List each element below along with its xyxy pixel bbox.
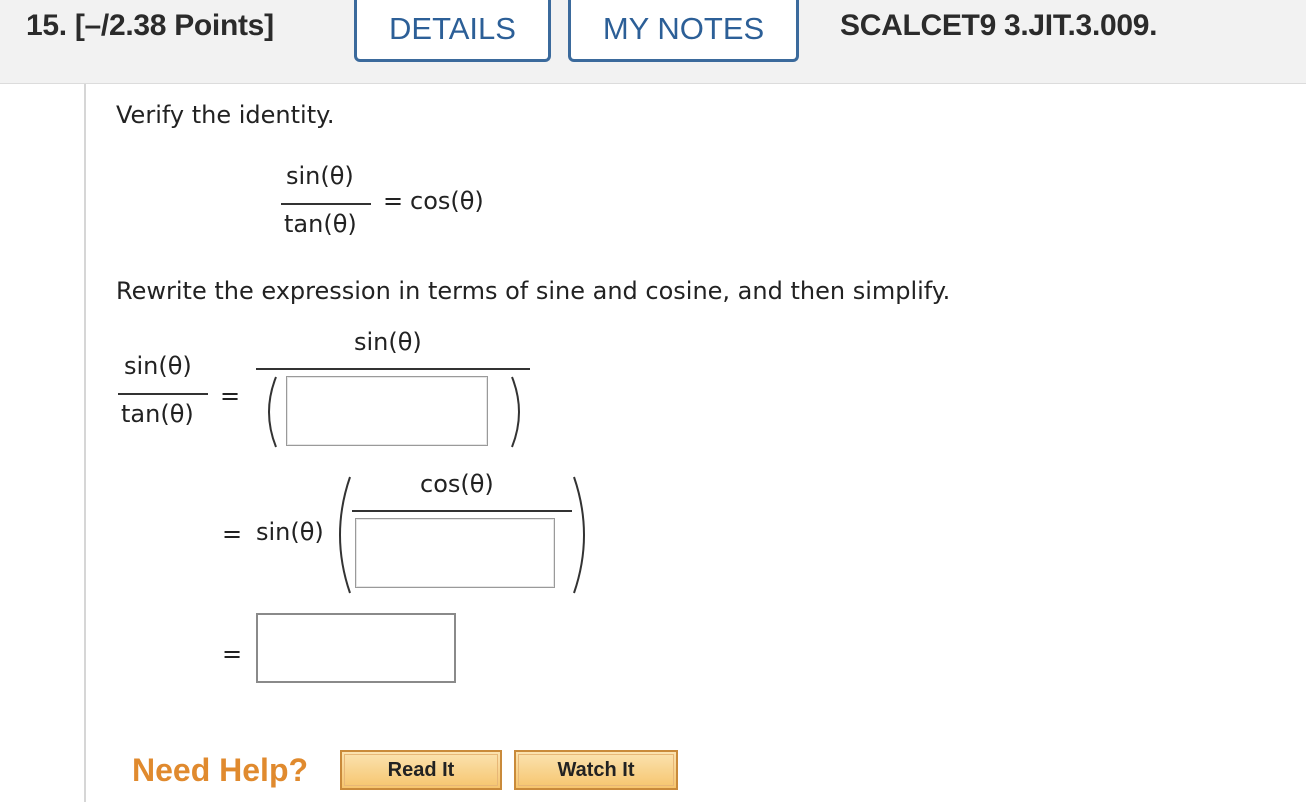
step3-equals: = bbox=[222, 640, 243, 668]
question-header: 15. [–/2.38 Points] DETAILS MY NOTES SCA… bbox=[0, 0, 1306, 84]
question-number: 15. bbox=[26, 9, 67, 42]
step2-answer-input[interactable] bbox=[355, 518, 555, 588]
step1-lhs-denominator: tan(θ) bbox=[121, 400, 194, 428]
read-it-button[interactable]: Read It bbox=[340, 750, 502, 790]
question-code: SCALCET9 3.JIT.3.009. bbox=[840, 9, 1158, 42]
step1-rhs-fraction-bar bbox=[256, 368, 530, 370]
step1-lhs-numerator: sin(θ) bbox=[124, 352, 192, 380]
watch-it-button[interactable]: Watch It bbox=[514, 750, 678, 790]
step1-lhs-fraction-bar bbox=[118, 393, 208, 395]
step1-equals: = bbox=[220, 382, 241, 410]
step2-inner-numerator: cos(θ) bbox=[420, 470, 494, 498]
step2-equals: = bbox=[222, 520, 243, 548]
rewrite-instruction-text: Rewrite the expression in terms of sine … bbox=[116, 277, 951, 305]
identity-equals: = bbox=[383, 187, 404, 215]
need-help-label: Need Help? bbox=[132, 752, 309, 788]
instruction-text: Verify the identity. bbox=[116, 101, 335, 129]
step1-rhs-numerator: sin(θ) bbox=[354, 328, 422, 356]
identity-denominator: tan(θ) bbox=[284, 210, 357, 238]
details-button[interactable]: DETAILS bbox=[354, 0, 551, 62]
content-left-border bbox=[84, 84, 86, 802]
step1-left-paren bbox=[268, 376, 277, 448]
step2-factor: sin(θ) bbox=[256, 518, 324, 546]
question-points: 15. [–/2.38 Points] bbox=[26, 6, 274, 46]
step1-right-paren bbox=[511, 376, 520, 448]
step2-left-paren bbox=[339, 476, 351, 594]
identity-numerator: sin(θ) bbox=[286, 162, 354, 190]
identity-rhs: cos(θ) bbox=[410, 187, 484, 215]
step2-inner-fraction-bar bbox=[352, 510, 572, 512]
step2-right-paren bbox=[573, 476, 585, 594]
step1-answer-input[interactable] bbox=[286, 376, 488, 446]
my-notes-button[interactable]: MY NOTES bbox=[568, 0, 799, 62]
points-label: [–/2.38 Points] bbox=[74, 9, 274, 42]
identity-fraction-bar bbox=[281, 203, 371, 205]
step3-answer-input[interactable] bbox=[256, 613, 456, 683]
